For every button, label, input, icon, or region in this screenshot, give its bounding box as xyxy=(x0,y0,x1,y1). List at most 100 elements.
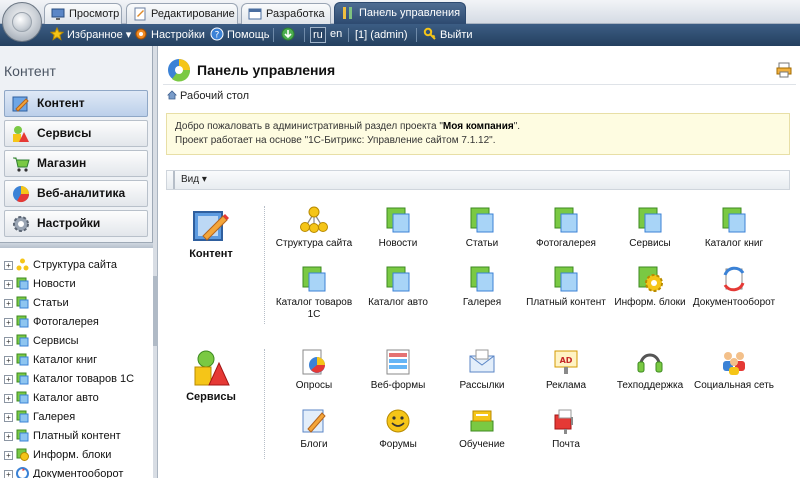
favorites-menu[interactable]: Избранное ▾ xyxy=(50,24,131,46)
item-label: Статьи xyxy=(465,238,499,249)
tree-item[interactable]: + Каталог товаров 1С xyxy=(4,370,134,388)
people-icon xyxy=(723,352,745,375)
user-info[interactable]: [1] (admin) xyxy=(355,24,408,46)
expand-icon[interactable]: + xyxy=(4,393,13,403)
expand-icon[interactable]: + xyxy=(4,317,13,327)
expand-icon[interactable]: + xyxy=(4,374,13,384)
tree-item[interactable]: + Документооборот xyxy=(4,465,123,478)
services-item[interactable]: AD Реклама xyxy=(523,348,609,392)
item-label: Информ. блоки xyxy=(614,297,686,308)
content-item[interactable]: Каталог товаров 1С xyxy=(271,265,357,321)
item-label: Новости xyxy=(378,238,418,249)
expand-icon[interactable]: + xyxy=(4,260,13,270)
content-item[interactable]: Каталог авто xyxy=(355,265,441,309)
settings-link[interactable]: Настройки xyxy=(134,24,205,46)
shapes-icon xyxy=(194,350,230,386)
expand-icon[interactable]: + xyxy=(4,336,13,346)
menu-label: Настройки xyxy=(37,216,101,230)
content-item[interactable]: Платный контент xyxy=(523,265,609,309)
pencil-icon xyxy=(12,96,29,112)
breadcrumb[interactable]: Рабочий стол xyxy=(167,90,249,102)
content-item[interactable]: Фотогалерея xyxy=(523,206,609,250)
content-item[interactable]: Новости xyxy=(355,206,441,250)
content-item[interactable]: Сервисы xyxy=(607,206,693,250)
expand-icon[interactable]: + xyxy=(4,279,13,289)
update-button[interactable] xyxy=(281,24,298,46)
menu-settings[interactable]: Настройки xyxy=(4,210,148,237)
help-label: Помощь xyxy=(227,29,270,41)
services-item[interactable]: Социальная сеть xyxy=(691,348,777,392)
help-link[interactable]: ? Помощь xyxy=(210,24,270,46)
expand-icon[interactable]: + xyxy=(4,450,13,460)
content-item[interactable]: Структура сайта xyxy=(271,206,357,250)
workflow-icon xyxy=(723,266,745,292)
view-toolbar: Вид ▾ xyxy=(166,170,790,190)
expand-icon[interactable]: + xyxy=(4,298,13,308)
toolbar-divider xyxy=(273,28,274,42)
tree-item[interactable]: + Платный контент xyxy=(4,427,121,445)
pie-chart-icon xyxy=(13,186,30,203)
tree-item[interactable]: + Информ. блоки xyxy=(4,446,111,464)
iblock-icon xyxy=(16,353,29,366)
expand-icon[interactable]: + xyxy=(4,355,13,365)
tab-edit[interactable]: Редактирование xyxy=(126,3,238,24)
services-item[interactable]: Опросы xyxy=(271,348,357,392)
expand-icon[interactable]: + xyxy=(4,469,13,478)
tree-item[interactable]: + Статьи xyxy=(4,294,69,312)
lang-en[interactable]: en xyxy=(328,27,344,43)
content-item[interactable]: Статьи xyxy=(439,206,525,250)
item-label: Каталог авто xyxy=(368,297,428,308)
tab-control-panel[interactable]: Панель управления xyxy=(334,2,466,24)
logout-link[interactable]: Выйти xyxy=(423,24,473,46)
expand-icon[interactable]: + xyxy=(4,412,13,422)
tree-item-label: Платный контент xyxy=(33,430,121,442)
item-label: Опросы xyxy=(295,380,333,391)
item-label: Форумы xyxy=(379,439,417,450)
tab-view[interactable]: Просмотр xyxy=(44,3,122,24)
pencil-icon xyxy=(193,211,229,241)
iblock-icon xyxy=(16,372,29,385)
services-item[interactable]: Техподдержка xyxy=(607,348,693,392)
tree-item[interactable]: + Сервисы xyxy=(4,332,79,350)
breadcrumb-label: Рабочий стол xyxy=(180,90,250,102)
view-menu-button[interactable]: Вид ▾ xyxy=(173,171,207,189)
menu-content[interactable]: Контент xyxy=(4,90,148,117)
help-icon: ? xyxy=(210,27,224,41)
services-item[interactable]: Блоги xyxy=(271,407,357,451)
services-item[interactable]: Форумы xyxy=(355,407,441,451)
menu-web-analytics[interactable]: Веб-аналитика xyxy=(4,180,148,207)
vertical-splitter[interactable] xyxy=(153,46,158,478)
structure-icon xyxy=(300,206,328,233)
lang-ru[interactable]: ru xyxy=(310,27,326,43)
content-item[interactable]: Документооборот xyxy=(691,265,777,309)
tree-item[interactable]: + Фотогалерея xyxy=(4,313,99,331)
services-item[interactable]: Обучение xyxy=(439,407,525,451)
tree-item[interactable]: + Структура сайта xyxy=(4,256,117,274)
menu-services[interactable]: Сервисы xyxy=(4,120,148,147)
iblock-icon xyxy=(386,207,410,233)
iblock-icon xyxy=(16,315,29,328)
expand-icon[interactable]: + xyxy=(4,431,13,441)
tree-item[interactable]: + Новости xyxy=(4,275,76,293)
ad-icon: AD xyxy=(554,350,578,374)
item-label: Документооборот xyxy=(692,297,776,308)
item-label: Структура сайта xyxy=(275,238,353,249)
toolbar-divider xyxy=(348,28,349,42)
tab-development[interactable]: Разработка xyxy=(241,3,331,24)
menu-shop[interactable]: Магазин xyxy=(4,150,148,177)
content-item[interactable]: Каталог книг xyxy=(691,206,777,250)
content-item[interactable]: Информ. блоки xyxy=(607,265,693,309)
form-icon xyxy=(386,349,410,375)
services-item[interactable]: Почта xyxy=(523,407,609,451)
tree-item[interactable]: + Каталог книг xyxy=(4,351,97,369)
tree-item[interactable]: + Галерея xyxy=(4,408,75,426)
services-item[interactable]: Рассылки xyxy=(439,348,525,392)
print-icon[interactable] xyxy=(776,62,792,78)
content-item[interactable]: Галерея xyxy=(439,265,525,309)
services-item[interactable]: Веб-формы xyxy=(355,348,441,392)
settings-label: Настройки xyxy=(151,29,205,41)
bitrix-logo[interactable] xyxy=(2,2,42,42)
item-label: Сервисы xyxy=(629,238,671,249)
tree-item[interactable]: + Каталог авто xyxy=(4,389,99,407)
title-divider xyxy=(163,84,796,85)
